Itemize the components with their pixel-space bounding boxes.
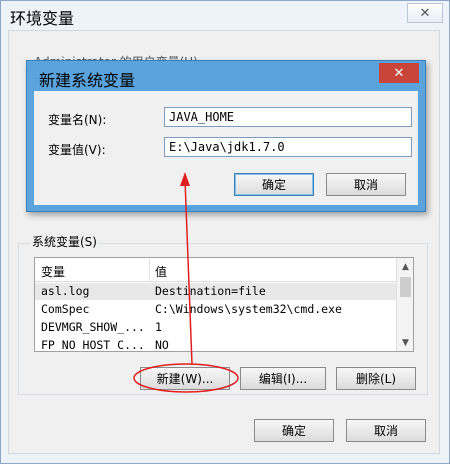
annotation-arrow-line [184, 179, 193, 365]
highlight-ellipse [133, 363, 239, 393]
annotation-overlay [133, 172, 239, 393]
annotation-arrow-head [180, 172, 190, 186]
